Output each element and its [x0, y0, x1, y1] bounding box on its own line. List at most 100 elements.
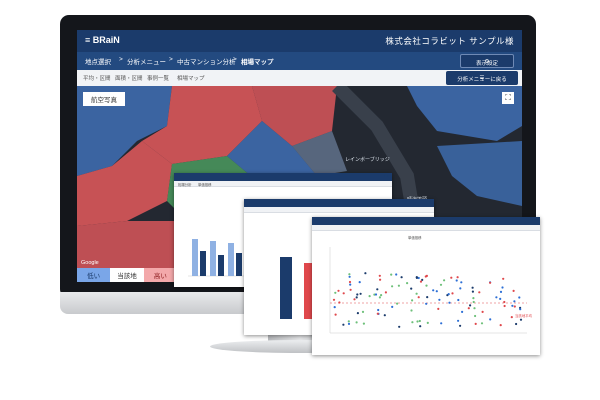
scatter-point: [460, 281, 463, 284]
scatter-point: [377, 308, 380, 312]
scatter-point: [513, 305, 516, 308]
scatter-point: [418, 319, 421, 323]
scatter-point: [415, 276, 418, 279]
subnav-price-map[interactable]: 相場マップ: [177, 74, 205, 82]
scatter-point: [348, 275, 351, 278]
window-tabs: [244, 207, 434, 213]
scatter-point: [513, 300, 516, 303]
bar: [218, 255, 224, 276]
analysis-window-scatter: 単価推移 当該地平均: [312, 217, 540, 355]
scatter-point: [471, 290, 474, 293]
subnav-area[interactable]: 面積・区間: [115, 74, 143, 82]
scatter-point: [358, 281, 361, 284]
app-logo[interactable]: ≡ BRaiN: [85, 35, 120, 45]
legend-high: 高い: [143, 268, 177, 282]
scatter-point: [495, 296, 498, 299]
scatter-point: [438, 298, 441, 301]
map-label-bridge: レインボーブリッジ: [345, 157, 390, 163]
map-legend: 低い 当該地 高い: [77, 268, 177, 282]
scatter-point: [334, 313, 337, 316]
scatter-point: [469, 304, 472, 307]
scatter-point: [342, 323, 345, 326]
scatter-point: [347, 320, 350, 323]
subnav-cases[interactable]: 事例一覧: [147, 74, 169, 82]
back-to-menu-label: 分析メニューに戻る: [457, 77, 507, 83]
google-logo: Google: [81, 260, 99, 266]
bar: [200, 251, 206, 276]
scatter-point: [480, 322, 484, 325]
scatter-point: [474, 322, 477, 325]
scatter-point: [355, 296, 358, 299]
back-to-menu-button[interactable]: ☰ 分析メニューに戻る: [446, 71, 518, 85]
menu-icon[interactable]: ≡: [85, 35, 90, 45]
subnav-average[interactable]: 平均・区間: [83, 74, 111, 82]
scatter-point: [347, 322, 351, 325]
bar: [280, 257, 292, 319]
bar: [228, 243, 234, 276]
scatter-point: [425, 284, 428, 287]
aerial-photo-button[interactable]: 航空写真: [83, 92, 125, 106]
scatter-point: [348, 273, 351, 276]
scatter-point: [410, 309, 413, 312]
scatter-point: [374, 293, 378, 296]
legend-site: 当該地: [110, 268, 144, 282]
scatter-point: [415, 292, 418, 295]
scatter-point: [502, 277, 505, 280]
tab-unit-trend[interactable]: 単価推移: [198, 182, 212, 187]
scatter-point: [425, 302, 428, 305]
scatter-point: [489, 281, 492, 284]
scatter-point: [478, 291, 481, 294]
scatter-point: [398, 325, 401, 328]
scatter-point: [362, 322, 365, 325]
window-header: [312, 217, 540, 225]
scatter-point: [461, 310, 464, 313]
window-menu-button[interactable]: [532, 219, 536, 221]
scatter-point: [383, 314, 386, 317]
scatter-point: [512, 289, 515, 292]
nav-sep: >: [119, 56, 123, 63]
scatter-point: [349, 283, 352, 286]
scatter-point: [419, 325, 422, 328]
nav-item-location[interactable]: 地点選択: [85, 56, 111, 66]
scatter-point: [467, 307, 470, 310]
display-settings-button[interactable]: ⚙ 表示設定: [460, 54, 514, 68]
scatter-point: [515, 322, 518, 326]
scatter-point: [396, 302, 399, 305]
scatter-point: [499, 324, 502, 327]
scatter-point: [459, 324, 462, 327]
scatter-point: [489, 318, 492, 321]
scatter-point: [473, 307, 476, 310]
nav-item-analysis-menu[interactable]: 分析メニュー: [127, 56, 166, 66]
scatter-point: [455, 279, 458, 282]
scatter-plot: [329, 247, 527, 334]
scatter-point: [359, 292, 362, 295]
scatter-point: [443, 279, 446, 282]
tab-price-analysis[interactable]: 相場分析: [178, 182, 192, 187]
scatter-point: [503, 300, 506, 304]
scatter-point: [457, 298, 460, 302]
window-tabs: [312, 225, 540, 231]
scatter-point: [355, 321, 358, 324]
window-tabs: 相場分析 単価推移: [174, 181, 392, 187]
window-header: [174, 173, 392, 181]
scatter-point: [338, 301, 341, 304]
scatter-point: [448, 301, 451, 304]
fullscreen-icon[interactable]: ⛶: [502, 92, 514, 104]
nav-item-condo-analysis[interactable]: 中古マンション分析: [177, 56, 236, 66]
window-menu-button[interactable]: [426, 201, 430, 203]
window-header: [244, 199, 434, 207]
bar: [236, 253, 242, 276]
scatter-point: [426, 296, 429, 299]
scatter-point: [417, 296, 420, 299]
scatter-point: [499, 297, 502, 300]
scatter-point: [518, 296, 521, 299]
scatter-point: [353, 298, 356, 301]
scatter-point: [426, 321, 429, 324]
scatter-point: [395, 273, 398, 276]
scatter-point: [411, 299, 414, 302]
window-menu-button[interactable]: [384, 175, 388, 177]
sub-navigation: 平均・区間 面積・区間 事例一覧 相場マップ ☰ 分析メニューに戻る: [77, 70, 522, 86]
scatter-point: [378, 274, 381, 277]
scatter-point: [472, 300, 475, 304]
nav-item-price-map[interactable]: 相場マップ: [241, 56, 274, 66]
